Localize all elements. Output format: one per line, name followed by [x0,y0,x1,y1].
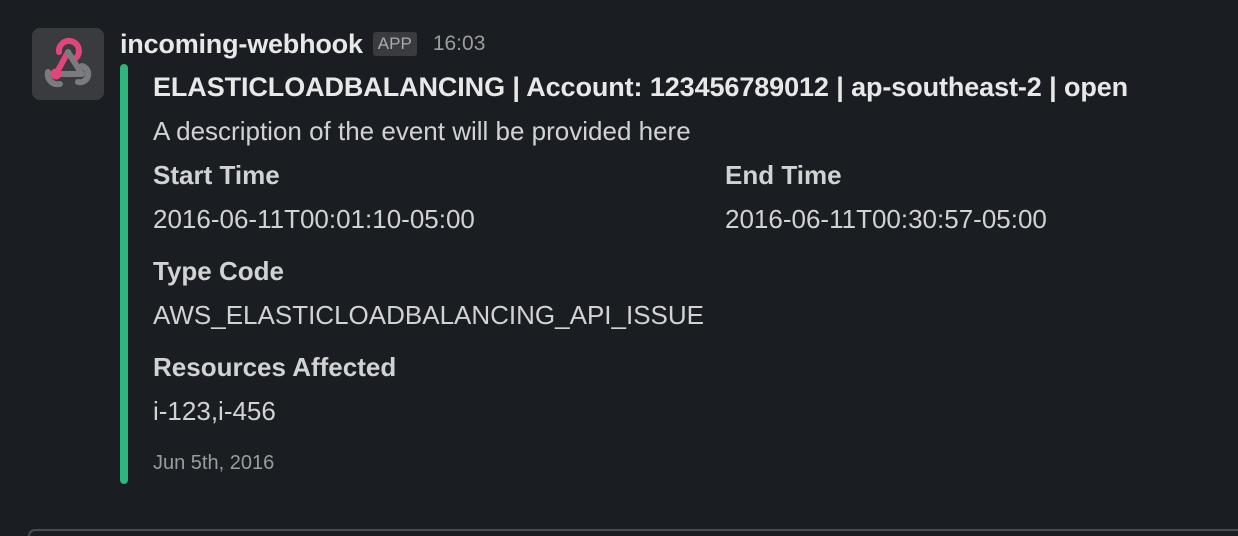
field-value-resources-affected: i-123,i-456 [153,396,276,426]
field-label-start-time: Start Time [153,160,280,190]
attachment-footer-date: Jun 5th, 2016 [153,452,275,474]
sender-name[interactable]: incoming-webhook [120,29,363,60]
attachment-title: ELASTICLOADBALANCING | Account: 12345678… [153,72,1129,102]
app-badge: APP [372,32,417,56]
field-value-type-code: AWS_ELASTICLOADBALANCING_API_ISSUE [153,300,705,330]
field-label-resources-affected: Resources Affected [153,352,397,382]
field-label-end-time: End Time [725,160,842,190]
webhook-icon [32,28,104,100]
field-value-end-time: 2016-06-11T00:30:57-05:00 [725,204,1047,234]
composer-edge [28,529,1238,536]
message-header: incoming-webhook APP 16:03 [120,24,485,64]
message-timestamp[interactable]: 16:03 [433,32,486,56]
attachment-text: A description of the event will be provi… [153,116,691,146]
field-label-type-code: Type Code [153,256,284,286]
attachment: ELASTICLOADBALANCING | Account: 12345678… [120,64,1220,484]
avatar[interactable] [32,28,104,100]
field-value-start-time: 2016-06-11T00:01:10-05:00 [153,204,475,234]
attachment-accent-bar [120,64,128,484]
message: incoming-webhook APP 16:03 ELASTICLOADBA… [0,0,1238,536]
